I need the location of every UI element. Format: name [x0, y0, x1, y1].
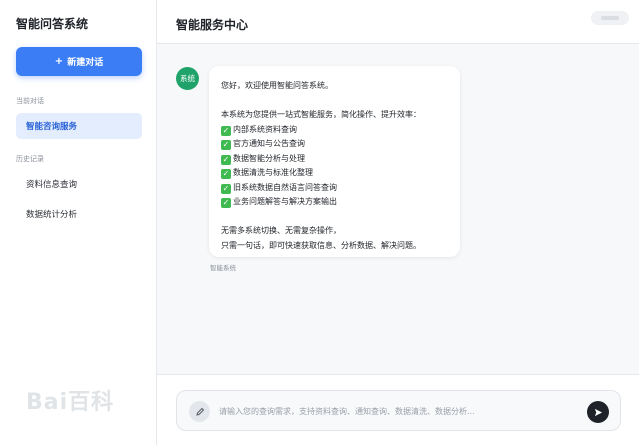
feature-text: 官方通知与公告查询	[233, 139, 305, 148]
check-icon: ✓	[221, 183, 231, 194]
check-icon: ✓	[221, 169, 231, 179]
check-icon: ✓	[221, 140, 231, 150]
feature-item: ✓ 旧系统数据自然语言问答查询	[221, 181, 450, 196]
send-icon	[594, 408, 602, 416]
main-panel: 智能服务中心 系统 您好，欢迎使用智能问答系统。 本系统为您提供一站式智能服务，…	[157, 0, 639, 445]
microphone-icon[interactable]	[189, 401, 210, 422]
sidebar-item-label: 资料信息查询	[26, 180, 78, 190]
input-box	[176, 390, 621, 431]
feature-item: ✓ 业务问题解答与解决方案输出	[221, 195, 450, 210]
feature-item: ✓ 数据清洗与标准化整理	[221, 166, 450, 181]
toggle-knob	[601, 16, 619, 20]
history-section-label: 历史记录	[16, 155, 44, 163]
feature-item: ✓ 内部系统资料查询	[221, 123, 450, 138]
new-chat-label: 新建对话	[67, 58, 104, 68]
message-closing: 无需多系统切换、无需复杂操作，	[221, 226, 341, 235]
sidebar-item-label: 智能咨询服务	[26, 122, 78, 132]
new-chat-button[interactable]: + 新建对话	[16, 47, 142, 76]
feature-text: 数据清洗与标准化整理	[233, 168, 313, 177]
message-greeting: 您好，欢迎使用智能问答系统。	[221, 81, 333, 90]
app-title: 智能问答系统	[16, 17, 89, 31]
plus-icon: +	[54, 55, 64, 67]
page-title: 智能服务中心	[176, 18, 249, 32]
header-toggle[interactable]	[591, 11, 629, 25]
feature-item: ✓ 官方通知与公告查询	[221, 137, 450, 152]
feature-text: 数据智能分析与处理	[233, 153, 305, 163]
check-icon: ✓	[221, 154, 231, 165]
feature-text: 旧系统数据自然语言问答查询	[233, 182, 337, 192]
message-bubble: 您好，欢迎使用智能问答系统。 本系统为您提供一站式智能服务，简化操作、提升效率：…	[209, 66, 460, 257]
header: 智能服务中心	[157, 0, 639, 44]
feature-text: 业务问题解答与解决方案输出	[233, 197, 337, 206]
input-area	[157, 374, 639, 445]
sidebar-item-history[interactable]: 数据统计分析	[16, 201, 142, 227]
chat-input[interactable]	[219, 401, 569, 422]
check-icon: ✓	[221, 198, 231, 208]
sender-label: 智能系统	[210, 264, 236, 272]
sidebar-item-label: 数据统计分析	[26, 210, 78, 220]
check-icon: ✓	[221, 125, 231, 136]
sidebar: 智能问答系统 + 新建对话 当前对话 智能咨询服务 历史记录 资料信息查询 数据…	[0, 0, 157, 445]
sidebar-item-current[interactable]: 智能咨询服务	[16, 113, 142, 139]
sidebar-item-history[interactable]: 资料信息查询	[16, 171, 142, 197]
watermark-logo: Bai百科	[26, 390, 115, 415]
mic-glyph	[195, 407, 204, 416]
current-section-label: 当前对话	[16, 97, 44, 105]
avatar: 系统	[176, 67, 199, 90]
feature-item: ✓ 数据智能分析与处理	[221, 152, 450, 167]
send-button[interactable]	[587, 401, 609, 423]
message-closing: 只需一句话，即可快速获取信息、分析数据、解决问题。	[221, 240, 421, 250]
feature-text: 内部系统资料查询	[233, 124, 297, 134]
message-intro: 本系统为您提供一站式智能服务，简化操作、提升效率：	[221, 110, 421, 119]
